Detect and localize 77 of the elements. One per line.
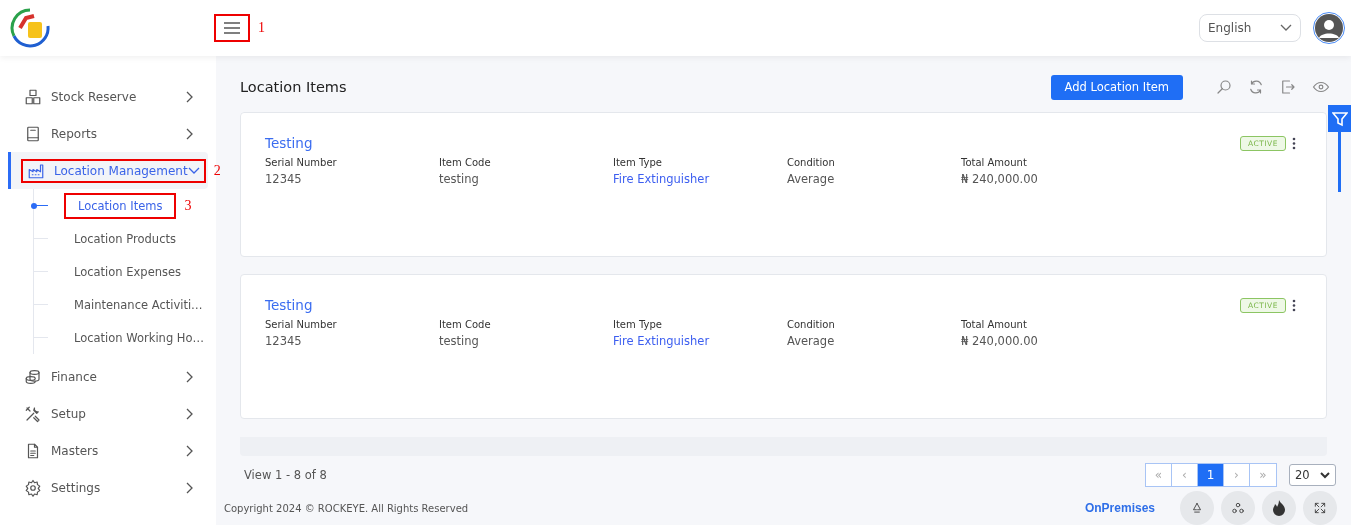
add-location-item-button[interactable]: Add Location Item [1050, 74, 1183, 100]
deployment-mode: OnPremises [1084, 501, 1155, 515]
tools-icon [24, 404, 42, 423]
boxes-icon [24, 87, 42, 106]
submenu-item[interactable]: Location Expenses [64, 261, 192, 282]
sidebar-item[interactable]: Reports [0, 115, 216, 152]
submenu-item[interactable]: Location Working Ho… [64, 327, 215, 348]
field-value: testing [439, 334, 480, 348]
circles-icon [1231, 501, 1245, 515]
field-value: 12345 [265, 172, 303, 186]
sidebar-item[interactable]: Stock Reserve [0, 78, 216, 115]
callout-number: 1 [258, 20, 265, 36]
chevron-down-icon [187, 166, 200, 175]
coins-icon [24, 367, 42, 386]
field-value: 12345 [265, 334, 303, 348]
filter-tab[interactable] [1328, 105, 1351, 132]
field-value: Average [787, 334, 836, 348]
field-label: Item Type [613, 319, 663, 330]
chevron-right-icon [186, 407, 194, 420]
card-title[interactable]: Testing [265, 297, 313, 313]
more-icon[interactable] [1292, 136, 1296, 150]
field-value: Average [787, 172, 836, 186]
field-label: Total Amount [961, 319, 1028, 330]
sidebar-item[interactable]: Finance [0, 358, 216, 395]
page-title: Location Items [240, 79, 347, 95]
field-label: Serial Number [265, 319, 338, 330]
sidebar-item[interactable]: Masters [0, 432, 216, 469]
chevron-right-icon [186, 481, 194, 494]
more-icon[interactable] [1292, 298, 1296, 312]
field-label: Item Code [439, 157, 492, 168]
export-icon [1279, 78, 1297, 96]
search-icon [1215, 78, 1233, 96]
settings-icon [24, 478, 42, 497]
copyright-text: Copyright 2024 © ROCKEYE. All Rights Reserved [224, 502, 469, 514]
sidebar-item[interactable]: Settings [0, 469, 216, 506]
factory-icon [27, 161, 45, 180]
field-value: ₦ 240,000.00 [961, 334, 1039, 348]
book-icon [24, 124, 42, 143]
field-label: Condition [787, 319, 836, 330]
chevron-right-icon [186, 90, 194, 103]
flame-icon [1272, 500, 1286, 516]
chevron-right-icon [186, 444, 194, 457]
logo-icon [8, 6, 52, 50]
chevron-down-icon [1320, 471, 1330, 479]
field-label: Item Type [613, 157, 663, 168]
chevron-right-icon [186, 127, 194, 140]
callout-number: 2 [213, 162, 221, 179]
field-value[interactable]: Fire Extinguisher [613, 172, 787, 186]
field-label: Serial Number [265, 157, 338, 168]
refresh-icon [1247, 78, 1265, 96]
triangle-arrows-icon [1190, 501, 1204, 515]
field-label: Item Code [439, 319, 492, 330]
field-label: Total Amount [961, 157, 1028, 168]
card-title[interactable]: Testing [265, 135, 313, 151]
sidebar-item[interactable]: Setup [0, 395, 216, 432]
cluster-button[interactable] [1221, 491, 1255, 525]
menu-icon [223, 22, 241, 34]
field-label: Condition [787, 157, 836, 168]
chevron-down-icon [1280, 24, 1292, 32]
submenu-item[interactable]: Location Products [64, 228, 186, 249]
submenu-item[interactable]: Location Items [68, 195, 173, 216]
page-button[interactable]: 1 [1198, 464, 1224, 486]
field-value[interactable]: Fire Extinguisher [613, 334, 787, 348]
avatar-icon[interactable] [1313, 12, 1345, 44]
language-select[interactable]: English [1199, 14, 1301, 42]
chevron-right-icon [186, 370, 194, 383]
submenu-item[interactable]: Maintenance Activiti… [64, 294, 213, 315]
fire-button[interactable] [1262, 491, 1296, 525]
pagination-summary: View 1 - 8 of 8 [244, 468, 327, 482]
page-size-select[interactable]: 20 [1289, 464, 1336, 486]
expand-icon [1313, 501, 1327, 515]
filter-icon [1331, 110, 1348, 127]
fullscreen-button[interactable] [1303, 491, 1337, 525]
field-value: ₦ 240,000.00 [961, 172, 1039, 186]
field-value: testing [439, 172, 480, 186]
recycle-button[interactable] [1180, 491, 1214, 525]
callout-number: 3 [184, 197, 192, 214]
